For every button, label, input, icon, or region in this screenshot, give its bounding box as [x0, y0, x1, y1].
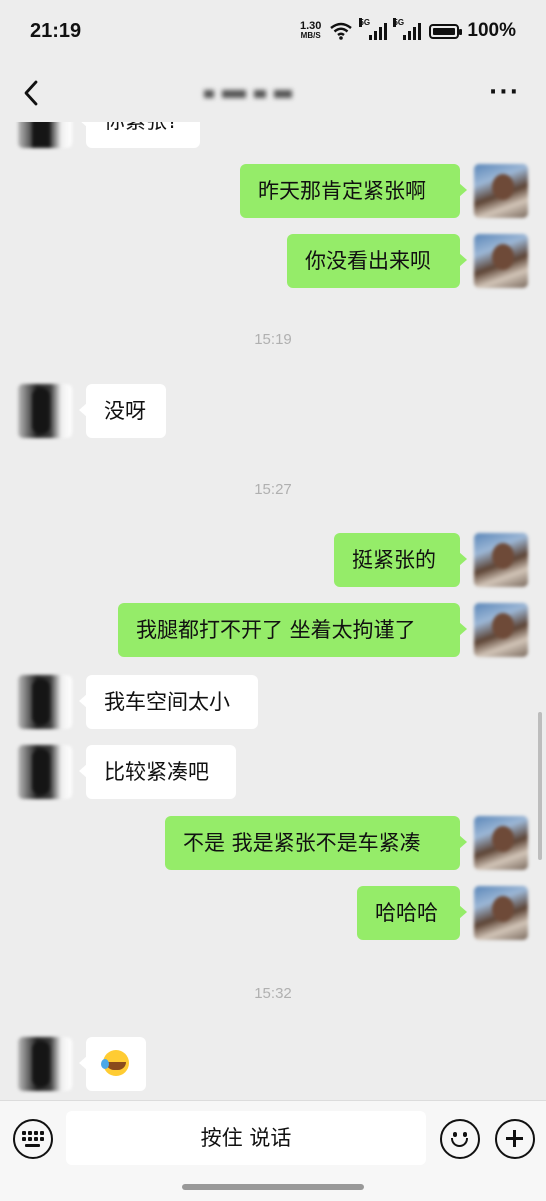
- back-button[interactable]: [18, 78, 48, 108]
- my-avatar[interactable]: [474, 816, 528, 870]
- message-bubble-received[interactable]: 我车空间太小: [79, 675, 258, 729]
- chat-title: [200, 86, 320, 102]
- contact-avatar[interactable]: [18, 745, 72, 799]
- keyboard-icon[interactable]: [13, 1119, 53, 1159]
- message-bubble-sent[interactable]: 昨天那肯定紧张啊: [240, 164, 467, 218]
- my-avatar[interactable]: [474, 164, 528, 218]
- my-avatar[interactable]: [474, 886, 528, 940]
- message-bubble-sent[interactable]: 哈哈哈: [357, 886, 467, 940]
- contact-avatar[interactable]: [18, 1037, 72, 1091]
- chat-scrollbar[interactable]: [538, 712, 542, 860]
- message-bubble-sent[interactable]: 你没看出来呗: [287, 234, 467, 288]
- contact-avatar[interactable]: [18, 384, 72, 438]
- signal-icon-sim1: 5G: [359, 18, 388, 40]
- message-bubble-received[interactable]: [79, 1037, 146, 1091]
- status-icons: 1.30 MB/S 5G 5G 100%: [299, 18, 516, 42]
- hold-to-talk-button[interactable]: 按住 说话: [66, 1111, 426, 1165]
- network-speed: 1.30 MB/S: [299, 20, 322, 41]
- battery-icon: [429, 23, 463, 39]
- home-indicator[interactable]: [182, 1184, 364, 1190]
- my-avatar[interactable]: [474, 603, 528, 657]
- message-bubble-sent[interactable]: 我腿都打不开了 坐着太拘谨了: [118, 603, 467, 657]
- status-bar: 21:19 1.30 MB/S 5G 5G 100%: [0, 0, 546, 64]
- message-bubble-received[interactable]: 比较紧凑吧: [79, 745, 236, 799]
- input-bar: 按住 说话: [0, 1100, 546, 1201]
- signal-icon-sim2: 5G: [393, 18, 422, 40]
- wifi-icon: [330, 22, 353, 40]
- timestamp: 15:32: [254, 985, 292, 1002]
- contact-avatar[interactable]: [18, 675, 72, 729]
- my-avatar[interactable]: [474, 234, 528, 288]
- my-avatar[interactable]: [474, 533, 528, 587]
- more-button[interactable]: ···: [489, 80, 520, 105]
- rolling-on-floor-laughing-emoji: [101, 1050, 129, 1076]
- timestamp: 15:27: [254, 481, 292, 498]
- smiley-icon[interactable]: [440, 1119, 480, 1159]
- message-bubble-sent[interactable]: 不是 我是紧张不是车紧凑: [165, 816, 467, 870]
- message-bubble-received[interactable]: 没呀: [79, 384, 166, 438]
- plus-circle-icon[interactable]: [495, 1119, 535, 1159]
- timestamp: 15:19: [254, 331, 292, 348]
- battery-percent: 100%: [467, 20, 516, 41]
- message-bubble-sent[interactable]: 挺紧张的: [334, 533, 467, 587]
- status-time: 21:19: [30, 20, 82, 42]
